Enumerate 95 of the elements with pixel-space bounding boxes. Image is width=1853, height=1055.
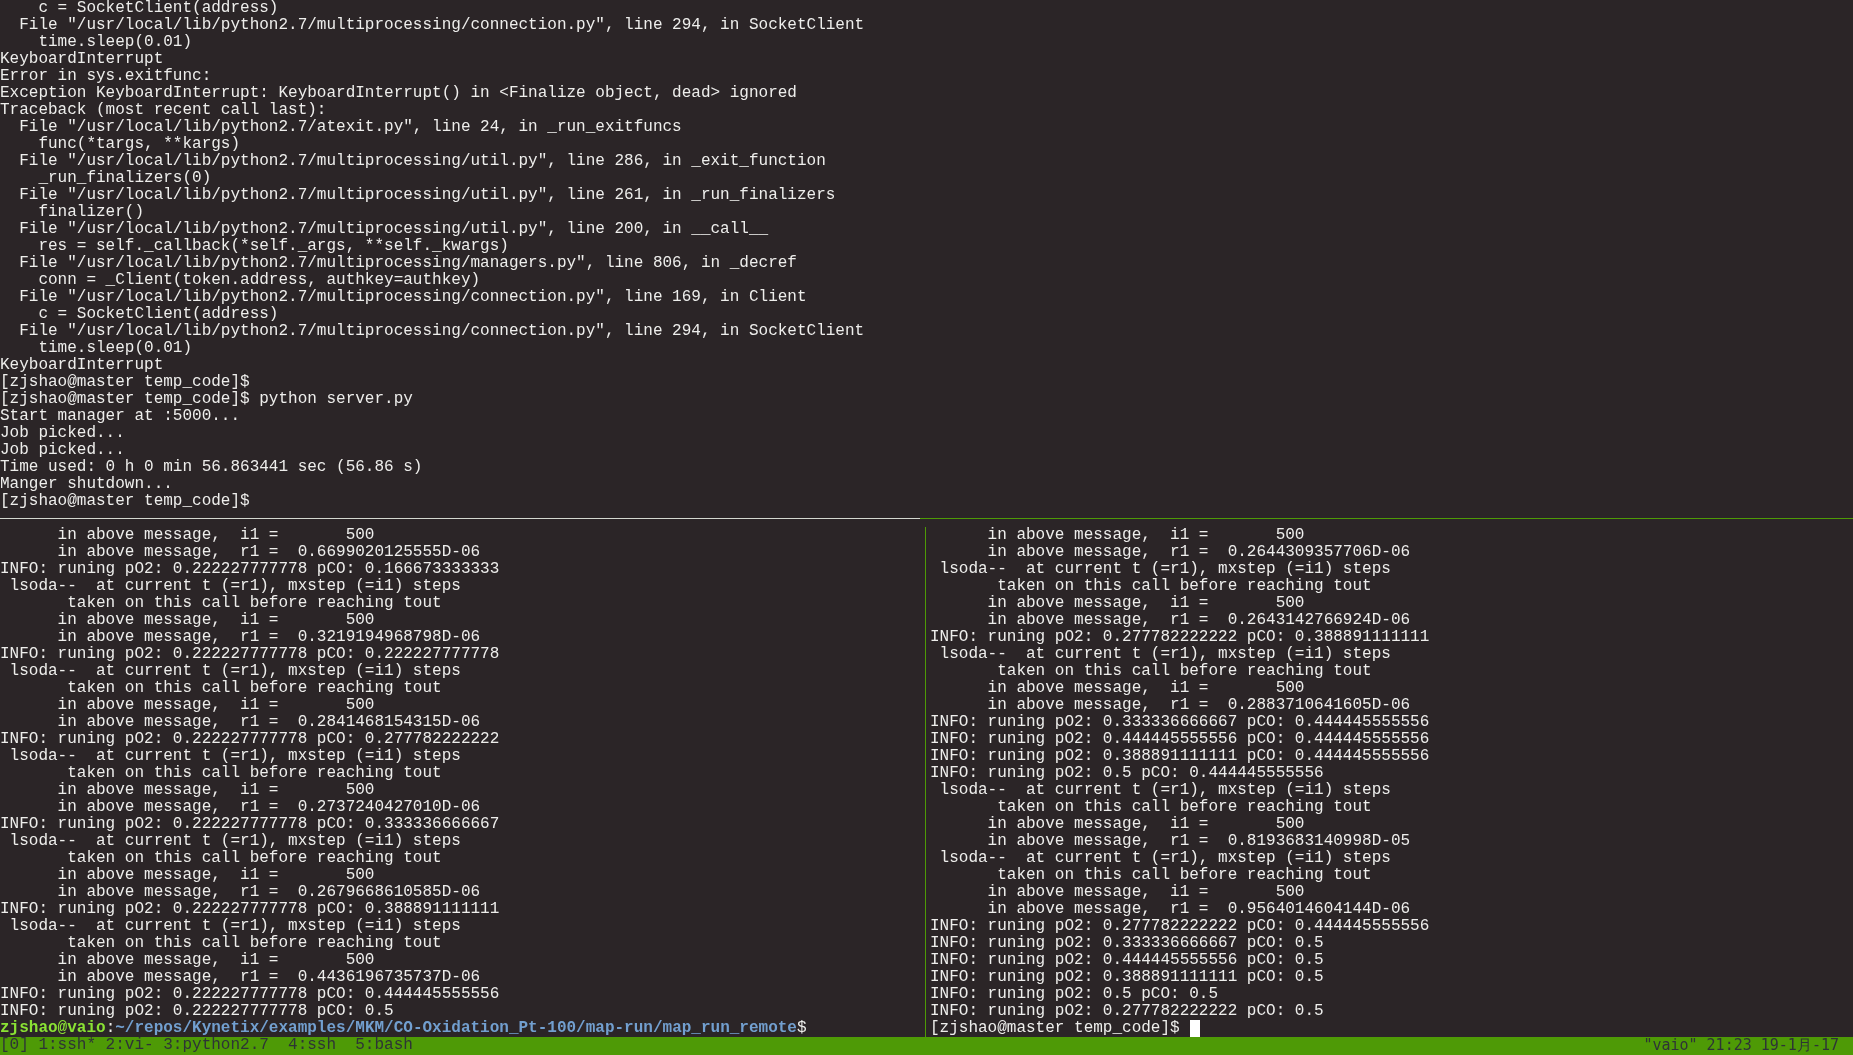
terminal-line: in above message, i1 = 500 xyxy=(56,867,376,884)
prompt-path: ~/repos/Kynetix/examples/MKM/CO-Oxidation_Pt-100/map-run/map_run_remote xyxy=(115,1020,797,1037)
terminal-line: in above message, i1 = 500 xyxy=(986,680,1306,697)
terminal-line: INFO: runing pO2: 0.222227777778 pCO: 0.444445555556 xyxy=(0,986,501,1003)
terminal-line: INFO: runing pO2: 0.388891111111 pCO: 0.444445555556 xyxy=(930,748,1431,765)
terminal-line: in above message, r1 = 0.2737240427010D-06 xyxy=(56,799,482,816)
terminal-line: INFO: runing pO2: 0.388891111111 pCO: 0.5 xyxy=(930,969,1325,986)
terminal-line: lsoda-- at current t (=r1), mxstep (=i1) steps xyxy=(8,748,462,765)
terminal-line: Manger shutdown... xyxy=(0,476,174,493)
host-clock: "vaio" 21:23 19-1月-17 xyxy=(1643,1037,1839,1055)
terminal-line: lsoda-- at current t (=r1), mxstep (=i1) steps xyxy=(8,918,462,935)
terminal-line: Traceback (most recent call last): xyxy=(0,102,328,119)
terminal-line: taken on this call before reaching tout xyxy=(996,799,1373,816)
terminal-line: in above message, i1 = 500 xyxy=(56,782,376,799)
terminal-line: INFO: runing pO2: 0.5 pCO: 0.444445555556 xyxy=(930,765,1325,782)
terminal-line: in above message, r1 = 0.4436196735737D-06 xyxy=(56,969,482,986)
terminal-line: taken on this call before reaching tout xyxy=(66,935,443,952)
terminal-line: INFO: runing pO2: 0.222227777778 pCO: 0.277782222222 xyxy=(0,731,501,748)
terminal-line: File "/usr/local/lib/python2.7/multiprocessing/util.py", line 261, in _run_finalizers xyxy=(18,187,837,204)
terminal-line: _run_finalizers(0) xyxy=(37,170,213,187)
terminal-line: lsoda-- at current t (=r1), mxstep (=i1) steps xyxy=(938,646,1392,663)
terminal-line: in above message, i1 = 500 xyxy=(986,527,1306,544)
terminal-line: INFO: runing pO2: 0.444445555556 pCO: 0.444445555556 xyxy=(930,731,1431,748)
terminal-line: File "/usr/local/lib/python2.7/multiprocessing/connection.py", line 294, in SocketClient xyxy=(18,17,866,34)
terminal-line: in above message, r1 = 0.2679668610585D-06 xyxy=(56,884,482,901)
terminal-line: KeyboardInterrupt xyxy=(0,357,165,374)
terminal-line: lsoda-- at current t (=r1), mxstep (=i1) steps xyxy=(8,578,462,595)
terminal-line: lsoda-- at current t (=r1), mxstep (=i1) steps xyxy=(938,782,1392,799)
terminal-line: taken on this call before reaching tout xyxy=(996,663,1373,680)
prompt-user-host: zjshao@vaio xyxy=(0,1020,106,1037)
terminal-line: in above message, r1 = 0.2841468154315D-06 xyxy=(56,714,482,731)
terminal-line: in above message, r1 = 0.3219194968798D-06 xyxy=(56,629,482,646)
terminal-line: Start manager at :5000... xyxy=(0,408,242,425)
terminal-line: File "/usr/local/lib/python2.7/multiprocessing/connection.py", line 294, in SocketClient xyxy=(18,323,866,340)
terminal-line: INFO: runing pO2: 0.277782222222 pCO: 0.444445555556 xyxy=(930,918,1431,935)
terminal-line: in above message, i1 = 500 xyxy=(56,697,376,714)
terminal-line: lsoda-- at current t (=r1), mxstep (=i1) steps xyxy=(938,850,1392,867)
terminal-line: INFO: runing pO2: 0.222227777778 pCO: 0.222227777778 xyxy=(0,646,501,663)
terminal-line: taken on this call before reaching tout xyxy=(66,765,443,782)
terminal-line: taken on this call before reaching tout xyxy=(66,680,443,697)
terminal-line: in above message, r1 = 0.9564014604144D-06 xyxy=(986,901,1412,918)
prompt-text: [zjshao@master temp_code]$ xyxy=(930,1020,1180,1037)
prompt-text: $ xyxy=(796,1020,807,1037)
terminal-line: taken on this call before reaching tout xyxy=(66,595,443,612)
terminal-line: taken on this call before reaching tout xyxy=(996,867,1373,884)
window-list: [0] 1:ssh* 2:vi- 3:python2.7 4:ssh 5:bash xyxy=(0,1037,413,1055)
terminal-line: in above message, r1 = 0.2643142766924D-06 xyxy=(986,612,1412,629)
terminal-line: INFO: runing pO2: 0.222227777778 pCO: 0.388891111111 xyxy=(0,901,501,918)
terminal-line: in above message, i1 = 500 xyxy=(986,595,1306,612)
terminal-line: res = self._callback(*self._args, **self._kwargs) xyxy=(37,238,510,255)
terminal-line: [zjshao@master temp_code]$ xyxy=(0,493,251,510)
terminal-line: taken on this call before reaching tout xyxy=(66,850,443,867)
terminal-line: Time used: 0 h 0 min 56.863441 sec (56.86 s) xyxy=(0,459,424,476)
terminal-line: conn = _Client(token.address, authkey=authkey) xyxy=(37,272,482,289)
terminal-line: INFO: runing pO2: 0.444445555556 pCO: 0.5 xyxy=(930,952,1325,969)
terminal-line: [zjshao@master temp_code]$ python server.py xyxy=(0,391,414,408)
terminal-line: in above message, i1 = 500 xyxy=(56,952,376,969)
terminal-line: INFO: runing pO2: 0.222227777778 pCO: 0.5 xyxy=(0,1003,395,1020)
terminal-line: INFO: runing pO2: 0.222227777778 pCO: 0.333336666667 xyxy=(0,816,501,833)
terminal-line: in above message, r1 = 0.2644309357706D-06 xyxy=(986,544,1412,561)
terminal-line: Job picked... xyxy=(0,442,126,459)
terminal-line: in above message, i1 = 500 xyxy=(56,527,376,544)
terminal-line: INFO: runing pO2: 0.277782222222 pCO: 0.388891111111 xyxy=(930,629,1431,646)
terminal-line: INFO: runing pO2: 0.277782222222 pCO: 0.5 xyxy=(930,1003,1325,1020)
terminal-line: in above message, r1 = 0.2883710641605D-06 xyxy=(986,697,1412,714)
terminal-line: taken on this call before reaching tout xyxy=(996,578,1373,595)
terminal-line: in above message, r1 = 0.6699020125555D-06 xyxy=(56,544,482,561)
terminal-line: finalizer() xyxy=(37,204,146,221)
prompt-text: : xyxy=(105,1020,116,1037)
terminal-line: Job picked... xyxy=(0,425,126,442)
terminal-line: lsoda-- at current t (=r1), mxstep (=i1) steps xyxy=(938,561,1392,578)
terminal-line: File "/usr/local/lib/python2.7/multiprocessing/managers.py", line 806, in _decref xyxy=(18,255,798,272)
terminal-line: time.sleep(0.01) xyxy=(37,340,194,357)
terminal-line: time.sleep(0.01) xyxy=(37,34,194,51)
terminal-line: lsoda-- at current t (=r1), mxstep (=i1) steps xyxy=(8,663,462,680)
terminal-line: Error in sys.exitfunc: xyxy=(0,68,213,85)
terminal-line: KeyboardInterrupt xyxy=(0,51,165,68)
terminal-line: File "/usr/local/lib/python2.7/atexit.py", line 24, in _run_exitfuncs xyxy=(18,119,683,136)
terminal-line: INFO: runing pO2: 0.222227777778 pCO: 0.166673333333 xyxy=(0,561,501,578)
terminal-line: File "/usr/local/lib/python2.7/multiprocessing/util.py", line 286, in _exit_function xyxy=(18,153,827,170)
terminal-line: in above message, r1 = 0.8193683140998D-05 xyxy=(986,833,1412,850)
terminal-line: [zjshao@master temp_code]$ xyxy=(0,374,251,391)
terminal-line: INFO: runing pO2: 0.5 pCO: 0.5 xyxy=(930,986,1220,1003)
terminal-line: File "/usr/local/lib/python2.7/multiprocessing/connection.py", line 169, in Client xyxy=(18,289,808,306)
terminal-line: in above message, i1 = 500 xyxy=(986,816,1306,833)
terminal-line: lsoda-- at current t (=r1), mxstep (=i1) steps xyxy=(8,833,462,850)
terminal-line: File "/usr/local/lib/python2.7/multiprocessing/util.py", line 200, in __call__ xyxy=(18,221,770,238)
terminal-line: INFO: runing pO2: 0.333336666667 pCO: 0.444445555556 xyxy=(930,714,1431,731)
terminal-line: Exception KeyboardInterrupt: KeyboardInterrupt() in <Finalize object, dead> ignored xyxy=(0,85,798,102)
terminal-line: in above message, i1 = 500 xyxy=(56,612,376,629)
terminal-line: c = SocketClient(address) xyxy=(37,0,280,17)
terminal-line: in above message, i1 = 500 xyxy=(986,884,1306,901)
terminal-line: c = SocketClient(address) xyxy=(37,306,280,323)
terminal-line: func(*targs, **kargs) xyxy=(37,136,242,153)
terminal-line: INFO: runing pO2: 0.333336666667 pCO: 0.5 xyxy=(930,935,1325,952)
